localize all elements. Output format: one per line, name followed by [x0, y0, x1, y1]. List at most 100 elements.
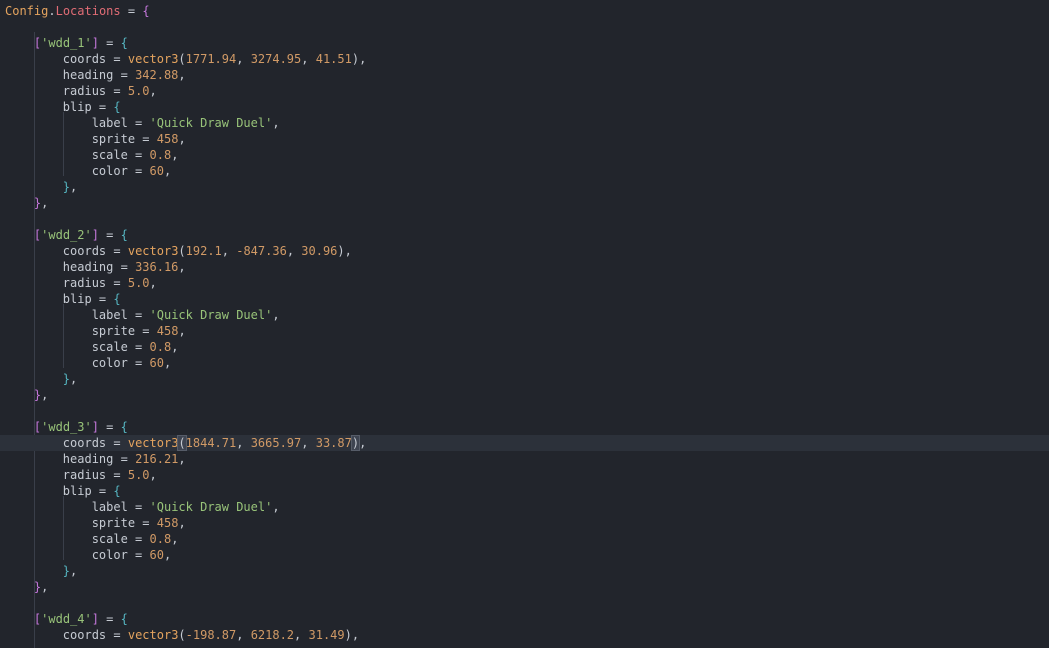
coords-label: coords [62, 628, 107, 642]
assign-operator: = [120, 4, 143, 18]
code-line[interactable]: coords = vector3(192.1, -847.36, 30.96), [0, 243, 1049, 259]
code-line[interactable] [0, 403, 1049, 419]
assign-operator: = [127, 532, 150, 546]
code-line[interactable]: ['wdd_1'] = { [0, 35, 1049, 51]
code-line[interactable]: sprite = 458, [0, 515, 1049, 531]
code-line[interactable]: color = 60, [0, 163, 1049, 179]
coords-label: coords [62, 244, 107, 258]
comma: , [149, 84, 157, 98]
code-line[interactable]: ['wdd_2'] = { [0, 227, 1049, 243]
code-line[interactable]: heading = 342.88, [0, 67, 1049, 83]
location-key: 'wdd_2' [41, 228, 92, 242]
code-line[interactable]: scale = 0.8, [0, 531, 1049, 547]
assign-operator: = [106, 628, 128, 642]
comma: , [301, 436, 316, 450]
blip-sprite-value: 458 [156, 132, 179, 146]
radius-value: 5.0 [127, 84, 150, 98]
blip-label-value: 'Quick Draw Duel' [149, 116, 273, 130]
open-brace: { [113, 484, 121, 498]
comma: , [171, 148, 179, 162]
radius-label: radius [62, 276, 107, 290]
code-line[interactable]: label = 'Quick Draw Duel', [0, 115, 1049, 131]
vector3-function: vector3 [127, 244, 179, 258]
code-editor[interactable]: Config.Locations = { ['wdd_1'] = { coord… [0, 0, 1049, 648]
code-line[interactable]: blip = { [0, 99, 1049, 115]
code-line[interactable]: Config.Locations = { [0, 3, 1049, 19]
comma: , [286, 244, 302, 258]
code-line[interactable]: blip = { [0, 291, 1049, 307]
code-line[interactable]: radius = 5.0, [0, 467, 1049, 483]
assign-operator: = [106, 84, 128, 98]
open-brace: { [120, 612, 128, 626]
code-line[interactable]: }, [0, 371, 1049, 387]
open-paren: ( [178, 628, 186, 642]
code-line[interactable] [0, 595, 1049, 611]
code-line[interactable]: color = 60, [0, 547, 1049, 563]
comma: , [236, 436, 251, 450]
assign-operator: = [113, 452, 136, 466]
code-line[interactable]: scale = 0.8, [0, 147, 1049, 163]
code-line[interactable]: }, [0, 563, 1049, 579]
code-line[interactable]: label = 'Quick Draw Duel', [0, 499, 1049, 515]
code-line[interactable]: ['wdd_4'] = { [0, 611, 1049, 627]
blip-color-label: color [91, 356, 128, 370]
code-line[interactable]: sprite = 458, [0, 131, 1049, 147]
code-line[interactable]: scale = 0.8, [0, 339, 1049, 355]
coord-z: 41.51 [315, 52, 352, 66]
assign-operator: = [106, 468, 128, 482]
comma: , [178, 68, 186, 82]
assign-operator: = [127, 500, 150, 514]
comma: , [41, 388, 49, 402]
open-brace: { [142, 4, 150, 18]
code-line[interactable]: label = 'Quick Draw Duel', [0, 307, 1049, 323]
vector3-function: vector3 [127, 436, 179, 450]
assign-operator: = [135, 132, 157, 146]
comma: , [294, 628, 309, 642]
comma: , [359, 52, 367, 66]
code-line[interactable] [0, 211, 1049, 227]
code-line[interactable]: color = 60, [0, 355, 1049, 371]
blip-color-label: color [91, 548, 128, 562]
assign-operator: = [106, 52, 128, 66]
blip-scale-value: 0.8 [149, 532, 172, 546]
code-line[interactable]: heading = 336.16, [0, 259, 1049, 275]
close-bracket: ] [91, 228, 99, 242]
close-bracket: ] [91, 420, 99, 434]
code-line[interactable]: coords = vector3(1771.94, 3274.95, 41.51… [0, 51, 1049, 67]
assign-operator: = [98, 420, 121, 434]
code-line[interactable]: sprite = 458, [0, 323, 1049, 339]
coord-y: 6218.2 [250, 628, 295, 642]
blip-scale-label: scale [91, 340, 128, 354]
comma: , [272, 308, 280, 322]
code-line[interactable]: heading = 216.21, [0, 451, 1049, 467]
code-line[interactable]: radius = 5.0, [0, 83, 1049, 99]
assign-operator: = [127, 148, 150, 162]
code-line[interactable]: }, [0, 195, 1049, 211]
code-line[interactable]: coords = vector3(-198.87, 6218.2, 31.49)… [0, 627, 1049, 643]
code-line[interactable]: }, [0, 579, 1049, 595]
close-bracket: ] [91, 612, 99, 626]
code-line[interactable]: radius = 5.0, [0, 275, 1049, 291]
code-line[interactable]: }, [0, 179, 1049, 195]
code-line[interactable]: ['wdd_3'] = { [0, 419, 1049, 435]
code-line-current[interactable]: coords = vector3(1844.71, 3665.97, 33.87… [0, 435, 1049, 451]
comma: , [70, 180, 78, 194]
code-line[interactable]: blip = { [0, 483, 1049, 499]
comma: , [178, 324, 186, 338]
open-paren: ( [178, 52, 186, 66]
blip-sprite-label: sprite [91, 516, 136, 530]
assign-operator: = [106, 276, 128, 290]
code-line[interactable] [0, 19, 1049, 35]
code-line[interactable]: }, [0, 387, 1049, 403]
